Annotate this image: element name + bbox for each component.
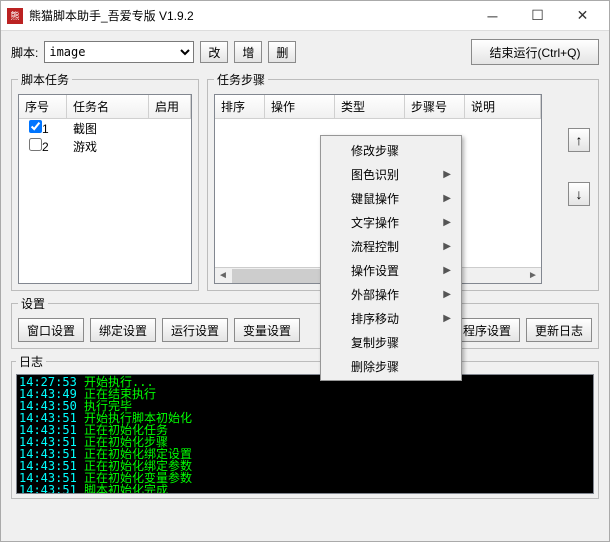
col-seq[interactable]: 序号	[19, 95, 67, 118]
submenu-arrow-icon: ▶	[443, 241, 451, 252]
menu-item[interactable]: 键鼠操作▶	[323, 186, 459, 210]
top-toolbar: 脚本: image 改 增 删 结束运行(Ctrl+Q)	[1, 31, 609, 71]
menu-item[interactable]: 文字操作▶	[323, 210, 459, 234]
steps-legend: 任务步骤	[214, 71, 268, 88]
script-select[interactable]: image	[44, 41, 194, 63]
col-op[interactable]: 操作	[265, 95, 335, 118]
submenu-arrow-icon: ▶	[443, 193, 451, 204]
table-row[interactable]: 2游戏	[19, 137, 191, 155]
end-run-button[interactable]: 结束运行(Ctrl+Q)	[471, 39, 599, 65]
move-up-button[interactable]: ↑	[568, 128, 590, 152]
col-stepno[interactable]: 步骤号	[405, 95, 465, 118]
submenu-arrow-icon: ▶	[443, 313, 451, 324]
log-group: 日志 14:27:53 开始执行...14:43:49 正在结束执行14:43:…	[11, 353, 599, 499]
log-legend: 日志	[16, 353, 46, 370]
col-enable[interactable]: 启用	[149, 95, 191, 118]
menu-item[interactable]: 外部操作▶	[323, 282, 459, 306]
col-type[interactable]: 类型	[335, 95, 405, 118]
settings-button[interactable]: 窗口设置	[18, 318, 84, 342]
menu-item[interactable]: 删除步骤	[323, 354, 459, 378]
settings-legend: 设置	[18, 295, 48, 312]
titlebar[interactable]: 熊 熊猫脚本助手_吾爱专版 V1.9.2 ─ ☐ ✕	[1, 1, 609, 31]
submenu-arrow-icon: ▶	[443, 289, 451, 300]
menu-item[interactable]: 复制步骤	[323, 330, 459, 354]
table-row[interactable]: 1截图	[19, 119, 191, 137]
settings-button[interactable]: 运行设置	[162, 318, 228, 342]
col-sort[interactable]: 排序	[215, 95, 265, 118]
settings-button[interactable]: 程序设置	[454, 318, 520, 342]
add-button[interactable]: 增	[234, 41, 262, 63]
settings-group: 设置 窗口设置绑定设置运行设置变量设置视频教程程序设置更新日志	[11, 295, 599, 349]
context-menu[interactable]: 修改步骤图色识别▶键鼠操作▶文字操作▶流程控制▶操作设置▶外部操作▶排序移动▶复…	[320, 135, 462, 381]
task-checkbox[interactable]	[29, 120, 42, 133]
col-name[interactable]: 任务名	[67, 95, 149, 118]
tasks-group: 脚本任务 序号 任务名 启用 1截图2游戏	[11, 71, 199, 291]
maximize-button[interactable]: ☐	[515, 2, 560, 30]
delete-button[interactable]: 删	[268, 41, 296, 63]
menu-item[interactable]: 图色识别▶	[323, 162, 459, 186]
scroll-left-icon[interactable]: ◄	[215, 268, 231, 283]
settings-button[interactable]: 变量设置	[234, 318, 300, 342]
menu-item[interactable]: 修改步骤	[323, 138, 459, 162]
menu-item[interactable]: 排序移动▶	[323, 306, 459, 330]
window-title: 熊猫脚本助手_吾爱专版 V1.9.2	[29, 7, 470, 24]
log-textarea[interactable]: 14:27:53 开始执行...14:43:49 正在结束执行14:43:50 …	[16, 374, 594, 494]
move-down-button[interactable]: ↓	[568, 182, 590, 206]
minimize-button[interactable]: ─	[470, 2, 515, 30]
settings-button[interactable]: 绑定设置	[90, 318, 156, 342]
menu-item[interactable]: 操作设置▶	[323, 258, 459, 282]
menu-item[interactable]: 流程控制▶	[323, 234, 459, 258]
tasks-legend: 脚本任务	[18, 71, 72, 88]
task-checkbox[interactable]	[29, 138, 42, 151]
submenu-arrow-icon: ▶	[443, 217, 451, 228]
close-button[interactable]: ✕	[560, 2, 605, 30]
app-icon: 熊	[7, 8, 23, 24]
script-label: 脚本:	[11, 44, 38, 61]
tasks-listview[interactable]: 序号 任务名 启用 1截图2游戏	[18, 94, 192, 284]
submenu-arrow-icon: ▶	[443, 169, 451, 180]
settings-button[interactable]: 更新日志	[526, 318, 592, 342]
col-desc[interactable]: 说明	[465, 95, 541, 118]
edit-button[interactable]: 改	[200, 41, 228, 63]
submenu-arrow-icon: ▶	[443, 265, 451, 276]
scroll-right-icon[interactable]: ►	[525, 268, 541, 283]
main-window: 熊 熊猫脚本助手_吾爱专版 V1.9.2 ─ ☐ ✕ 脚本: image 改 增…	[0, 0, 610, 542]
